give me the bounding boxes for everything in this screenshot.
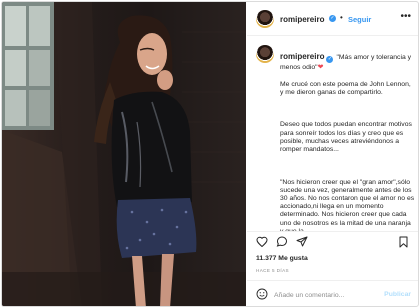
heart-outline-icon[interactable]: [256, 236, 268, 247]
post-side-panel: romipereiro ✓ • Seguir ••• romipereiro ✓ "…: [247, 2, 418, 306]
photo-illustration: [2, 2, 246, 306]
follow-button[interactable]: Seguir: [348, 15, 371, 24]
post-timestamp[interactable]: HACE 5 DÍAS: [256, 268, 289, 273]
caption-paragraph-1: Me crucé con este poema de John Lennon, …: [280, 80, 411, 96]
separator-dot: •: [340, 13, 343, 22]
caption-first-line: romipereiro ✓ "Más amor y tolerancia y men…: [280, 53, 416, 72]
smiley-icon[interactable]: [256, 288, 268, 300]
verified-badge-icon: ✓: [329, 15, 336, 22]
caption-area[interactable]: romipereiro ✓ "Más amor y tolerancia y men…: [247, 36, 418, 232]
publish-button[interactable]: Publicar: [384, 291, 411, 298]
caption-verified-badge-icon: ✓: [326, 56, 334, 64]
comment-bubble-icon[interactable]: [276, 236, 288, 247]
comment-bar: Publicar: [247, 280, 418, 306]
likes-count[interactable]: 11.377 Me gusta: [256, 255, 308, 262]
red-heart-emoji-icon: ❤: [317, 63, 324, 72]
instagram-post-embed: romipereiro ✓ • Seguir ••• romipereiro ✓ "…: [1, 1, 419, 307]
caption-paragraph-2: Deseo que todos puedan encontrar motivos…: [280, 121, 412, 154]
username-link[interactable]: romipereiro: [280, 15, 324, 24]
post-header: romipereiro ✓ • Seguir •••: [247, 2, 418, 36]
comment-input[interactable]: [274, 289, 384, 301]
caption-username[interactable]: romipereiro: [280, 52, 324, 61]
caption-paragraph-3: "Nos hicieron creer que el "gran amor",s…: [280, 178, 415, 232]
caption-avatar[interactable]: [256, 45, 274, 63]
bookmark-icon[interactable]: [398, 236, 409, 248]
avatar[interactable]: [256, 10, 274, 28]
paper-plane-icon[interactable]: [296, 236, 308, 247]
action-bar: [247, 232, 418, 252]
post-photo[interactable]: [2, 2, 246, 306]
more-options-icon[interactable]: •••: [400, 11, 411, 22]
caption-text: romipereiro ✓ "Más amor y tolerancia y men…: [280, 45, 416, 232]
